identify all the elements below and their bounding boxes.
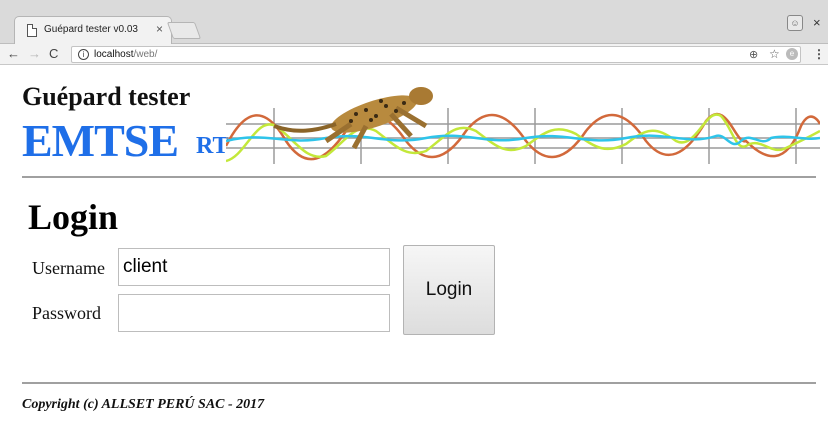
waveform-banner-image	[226, 87, 820, 164]
window-close-icon[interactable]: ×	[813, 15, 821, 30]
browser-tab[interactable]: Guépard tester v0.03 ×	[14, 16, 172, 44]
copyright-text: Copyright (c) ALLSET PERÚ SAC - 2017	[22, 397, 265, 412]
zoom-icon[interactable]: ⊕	[749, 48, 758, 61]
username-label: Username	[32, 258, 105, 278]
new-tab-button[interactable]	[166, 22, 202, 39]
page-content: Guépard tester EMTSE RT Login Username c…	[0, 66, 828, 431]
tab-close-icon[interactable]: ×	[156, 22, 163, 36]
footer-divider	[22, 382, 816, 384]
cheetah-icon	[273, 87, 433, 150]
login-button[interactable]: Login	[403, 245, 495, 335]
profile-icon[interactable]: ☺	[787, 15, 803, 31]
page-title: Login	[28, 197, 119, 237]
document-icon	[27, 24, 37, 37]
app-name: Guépard tester	[22, 82, 191, 111]
username-field[interactable]	[118, 248, 390, 286]
brand-suffix: RT	[196, 133, 229, 159]
password-label: Password	[32, 303, 102, 323]
browser-toolbar: ← → C i localhost/web/ ⊕ ☆ e ⋮	[0, 44, 828, 65]
reload-icon[interactable]: C	[49, 46, 58, 61]
url-path: /web/	[133, 49, 158, 60]
url-text[interactable]: localhost/web/	[94, 49, 157, 60]
tab-title: Guépard tester v0.03	[44, 24, 138, 35]
star-icon[interactable]: ☆	[769, 47, 780, 61]
info-icon[interactable]: i	[78, 49, 89, 60]
menu-dots-icon[interactable]: ⋮	[813, 47, 825, 61]
header-divider	[22, 176, 816, 178]
extension-icon[interactable]: e	[786, 48, 798, 60]
url-host: localhost	[94, 49, 134, 60]
back-icon[interactable]: ←	[7, 46, 20, 61]
browser-tabstrip: Guépard tester v0.03 × ☺ ×	[0, 0, 828, 44]
password-field[interactable]	[118, 294, 390, 332]
forward-icon[interactable]: →	[28, 46, 41, 61]
address-bar[interactable]: i localhost/web/ ⊕ ☆ e	[71, 46, 801, 63]
brand-logo: EMTSE	[22, 115, 179, 166]
